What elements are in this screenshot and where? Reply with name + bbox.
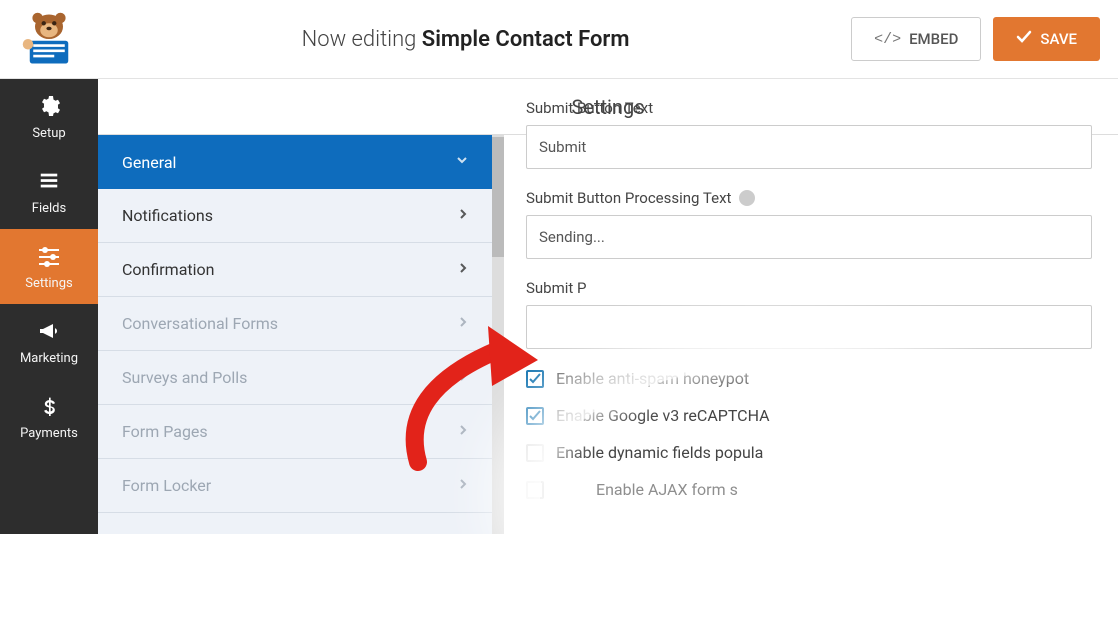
scrollbar[interactable] — [492, 135, 504, 534]
submit-partial-input[interactable] — [526, 305, 1092, 349]
sidebar-label: Setup — [32, 126, 65, 141]
bullhorn-icon — [35, 317, 63, 345]
chevron-right-icon — [458, 478, 468, 494]
checkbox-label: Enable anti-spam honeypot — [556, 369, 749, 388]
chevron-down-icon — [456, 154, 468, 170]
sub-nav-conversational-forms[interactable]: Conversational Forms — [98, 297, 492, 351]
checkbox-label: Enable dynamic fields popula — [556, 443, 763, 462]
sub-nav-label: Form Pages — [122, 422, 208, 441]
help-icon[interactable] — [739, 190, 755, 206]
side-nav: Setup Fields Settings Marketing Payments — [0, 79, 98, 534]
sidebar-label: Fields — [32, 201, 66, 216]
checkbox[interactable] — [526, 370, 544, 388]
embed-label: EMBED — [909, 30, 958, 48]
sub-nav-label: Notifications — [122, 206, 213, 225]
save-button[interactable]: SAVE — [993, 17, 1100, 61]
sub-nav-form-locker[interactable]: Form Locker — [98, 459, 492, 513]
checkbox-row-1: Enable Google v3 reCAPTCHA — [526, 406, 1092, 425]
sidebar-item-setup[interactable]: Setup — [0, 79, 98, 154]
checkbox-row-3: Enable AJAX form s — [526, 480, 1092, 499]
checkbox[interactable] — [526, 407, 544, 425]
checkbox[interactable] — [526, 444, 544, 462]
sidebar-item-payments[interactable]: Payments — [0, 379, 98, 454]
sub-nav-confirmation[interactable]: Confirmation — [98, 243, 492, 297]
save-label: SAVE — [1040, 30, 1077, 48]
submit-text-label: Submit Button Text — [526, 99, 1092, 117]
checkbox-row-0: Enable anti-spam honeypot — [526, 369, 1092, 388]
processing-text-input[interactable] — [526, 215, 1092, 259]
chevron-right-icon — [458, 208, 468, 224]
chevron-right-icon — [458, 316, 468, 332]
code-icon: </> — [874, 31, 901, 48]
sub-nav-label: Form Locker — [122, 476, 211, 495]
checkbox-label: Enable AJAX form s — [596, 480, 738, 499]
sidebar-label: Settings — [25, 276, 72, 291]
sliders-icon — [35, 242, 63, 270]
scrollbar-thumb[interactable] — [492, 137, 504, 257]
checkbox-row-2: Enable dynamic fields popula — [526, 443, 1092, 462]
sidebar-item-fields[interactable]: Fields — [0, 154, 98, 229]
dollar-icon — [35, 392, 63, 420]
logo-icon — [18, 8, 80, 70]
settings-form-area: Submit Button Text Submit Button Process… — [504, 79, 1118, 534]
sub-nav-surveys-and-polls[interactable]: Surveys and Polls — [98, 351, 492, 405]
settings-sub-nav: Settings GeneralNotificationsConfirmatio… — [98, 79, 492, 534]
processing-label-text: Submit Button Processing Text — [526, 189, 731, 207]
check-icon — [1016, 29, 1032, 49]
sidebar-item-marketing[interactable]: Marketing — [0, 304, 98, 379]
submit-text-input[interactable] — [526, 125, 1092, 169]
gear-icon — [35, 92, 63, 120]
sidebar-label: Payments — [20, 426, 78, 441]
sub-nav-notifications[interactable]: Notifications — [98, 189, 492, 243]
title-prefix: Now editing — [302, 27, 417, 52]
processing-text-label: Submit Button Processing Text — [526, 189, 1092, 207]
checkbox-label: Enable Google v3 reCAPTCHA — [556, 406, 770, 425]
page-title-bar: Now editing Simple Contact Form — [80, 27, 851, 52]
sub-nav-label: Confirmation — [122, 260, 214, 279]
list-icon — [35, 167, 63, 195]
top-actions: </> EMBED SAVE — [851, 17, 1100, 61]
chevron-right-icon — [458, 262, 468, 278]
embed-button[interactable]: </> EMBED — [851, 17, 981, 61]
top-bar: Now editing Simple Contact Form </> EMBE… — [0, 0, 1118, 79]
sub-nav-form-pages[interactable]: Form Pages — [98, 405, 492, 459]
checkbox[interactable] — [526, 481, 544, 499]
sub-nav-label: Conversational Forms — [122, 314, 278, 333]
sidebar-label: Marketing — [20, 351, 78, 366]
sub-nav-label: General — [122, 153, 176, 172]
chevron-right-icon — [458, 424, 468, 440]
sub-nav-general[interactable]: General — [98, 135, 492, 189]
form-name: Simple Contact Form — [422, 27, 630, 52]
submit-partial-label: Submit P — [526, 279, 1092, 297]
sidebar-item-settings[interactable]: Settings — [0, 229, 98, 304]
sub-nav-label: Surveys and Polls — [122, 368, 247, 387]
chevron-right-icon — [458, 370, 468, 386]
